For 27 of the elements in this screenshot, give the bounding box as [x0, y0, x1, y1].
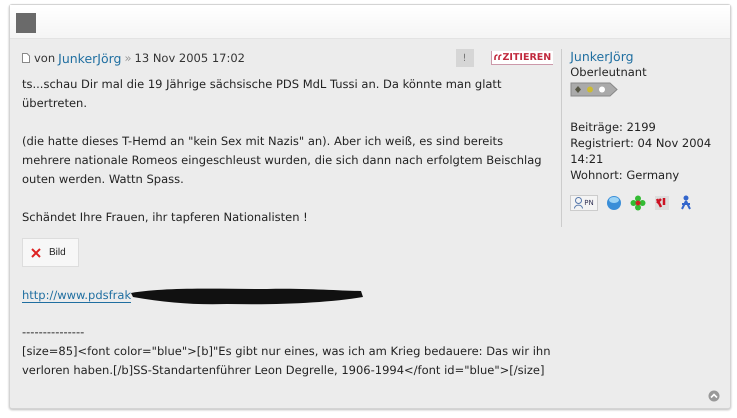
post-paragraph: ts...schau Dir mal die 19 Jährige sächsische PDS MdL Tussi an. Da könnte man glatt übertreten.	[22, 76, 502, 112]
rank-badge-icon	[570, 82, 618, 97]
post-paragraph: Schändet Ihre Frauen, ihr tapferen Nationalisten !	[22, 209, 309, 226]
post-paragraph: (die hatte dieses T-Hemd an "kein Sex mit Nazis" an). Aber ich weiß, es sind bereits mehrere nationale Romeos eingeschleust wurden, die sich dann nach erfolgtem Beischlag outen werden. Wattn Spass.	[22, 133, 543, 188]
quote-mark-icon	[494, 54, 503, 61]
user-rank: Oberleutnant	[570, 65, 648, 79]
flower-icon[interactable]	[630, 195, 646, 211]
scroll-up-icon[interactable]	[708, 390, 720, 402]
post-date: 13 Nov 2005 17:02	[134, 51, 245, 65]
profile-stat: Wohnort: Germany	[570, 167, 680, 183]
author-link[interactable]: JunkerJörg	[58, 50, 122, 66]
globe-icon[interactable]	[606, 195, 622, 211]
signature-rule: ---------------	[22, 324, 86, 341]
image-alt-text: Bild	[49, 247, 66, 258]
url-link[interactable]: http://www.pdsfrak	[22, 288, 132, 302]
profile-stat: Beiträge: 2199	[570, 119, 657, 135]
profile-name[interactable]: JunkerJörg	[570, 49, 720, 64]
report-button[interactable]: !	[456, 49, 474, 67]
quote-button[interactable]: ZITIEREN	[490, 51, 554, 65]
author-prefix: von	[34, 51, 56, 65]
document-icon	[22, 53, 30, 63]
square-icon	[16, 13, 36, 33]
cross-icon	[31, 248, 41, 258]
profile-stat: Registriert: 04 Nov 2004 14:21	[570, 135, 712, 167]
person-outline-icon	[574, 197, 584, 209]
separator: »	[124, 51, 132, 65]
signature-text: [size=85]<font color="blue">[b]"Es gibt nur eines, was ich am Krieg bedauere: Das wir ihn verloren haben.[/b]SS-Standartenführer Leon Degrelle, 1906-1994</font id="blue">[/size]	[22, 343, 552, 379]
